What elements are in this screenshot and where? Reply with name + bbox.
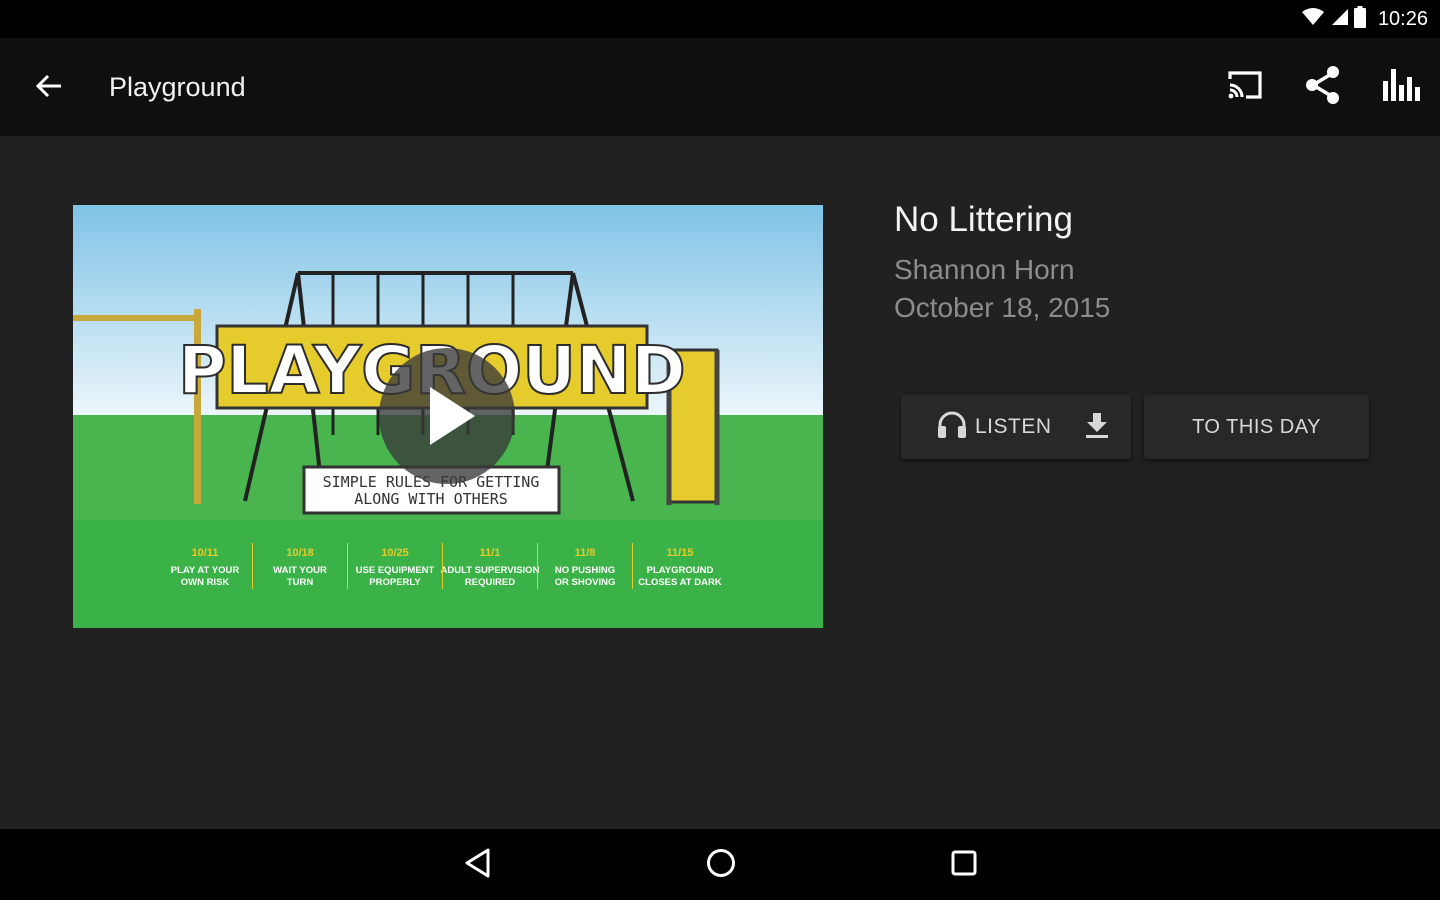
schedule-line2: PROPERLY: [369, 577, 421, 588]
download-icon: [1084, 411, 1110, 444]
to-this-day-button[interactable]: TO THIS DAY: [1144, 395, 1369, 459]
headphones-icon: [937, 411, 967, 444]
schedule-line2: OR SHOVING: [555, 577, 616, 588]
schedule-date: 11/1: [480, 547, 501, 559]
equalizer-button[interactable]: [1362, 38, 1440, 136]
equalizer-icon: [1382, 68, 1420, 106]
schedule-date: 11/15: [667, 547, 694, 559]
arrow-back-icon: [35, 72, 63, 105]
schedule-date: 10/18: [286, 547, 314, 559]
nav-recents-button[interactable]: [936, 837, 992, 893]
cast-icon: [1226, 69, 1264, 106]
share-icon: [1304, 65, 1342, 110]
back-triangle-icon: [463, 847, 493, 884]
play-button[interactable]: [379, 348, 515, 484]
app-bar-actions: [1206, 38, 1440, 136]
schedule-line2: OWN RISK: [181, 577, 230, 588]
status-bar: 10:26: [0, 0, 1440, 38]
share-button[interactable]: [1284, 38, 1362, 136]
schedule-line2: REQUIRED: [465, 577, 515, 588]
svg-text:ALONG WITH OTHERS: ALONG WITH OTHERS: [354, 490, 508, 508]
recents-square-icon: [949, 848, 979, 883]
schedule-line1: NO PUSHING: [555, 565, 615, 576]
schedule-date: 10/25: [381, 547, 409, 559]
cast-button[interactable]: [1206, 38, 1284, 136]
episode-speaker: Shannon Horn: [894, 254, 1075, 285]
navigation-bar: [0, 829, 1440, 900]
download-button[interactable]: [1079, 409, 1115, 445]
listen-card: LISTEN: [901, 395, 1131, 459]
listen-button[interactable]: LISTEN: [901, 395, 1052, 459]
schedule-line2: CLOSES AT DARK: [638, 577, 722, 588]
schedule-line1: WAIT YOUR: [273, 565, 327, 576]
schedule-date: 10/11: [192, 547, 219, 559]
schedule-date: 11/8: [575, 547, 596, 559]
schedule-line2: TURN: [287, 577, 314, 588]
episode-title: No Littering: [894, 200, 1073, 239]
app-bar: Playground: [0, 38, 1440, 136]
nav-back-button[interactable]: [450, 837, 506, 893]
nav-home-button[interactable]: [693, 837, 749, 893]
status-icons: 10:26: [1301, 0, 1428, 38]
episode-detail: PLAYGROUND SIMPLE RULES FOR GETTING ALON…: [0, 136, 1440, 829]
schedule-line1: PLAYGROUND: [647, 565, 714, 576]
listen-label: LISTEN: [975, 415, 1052, 438]
back-button[interactable]: [24, 63, 74, 113]
episode-artwork[interactable]: PLAYGROUND SIMPLE RULES FOR GETTING ALON…: [73, 205, 823, 628]
schedule-line1: USE EQUIPMENT: [356, 565, 435, 576]
episode-date: October 18, 2015: [894, 292, 1111, 323]
cell-signal-icon: [1330, 8, 1348, 31]
page-title: Playground: [109, 72, 246, 102]
battery-icon: [1353, 5, 1366, 33]
schedule-line1: PLAY AT YOUR: [171, 565, 240, 576]
home-circle-icon: [705, 847, 737, 884]
schedule-line1: ADULT SUPERVISION: [441, 565, 540, 576]
status-time: 10:26: [1377, 7, 1428, 30]
wifi-icon: [1301, 7, 1324, 31]
to-this-day-label: TO THIS DAY: [1192, 415, 1321, 438]
